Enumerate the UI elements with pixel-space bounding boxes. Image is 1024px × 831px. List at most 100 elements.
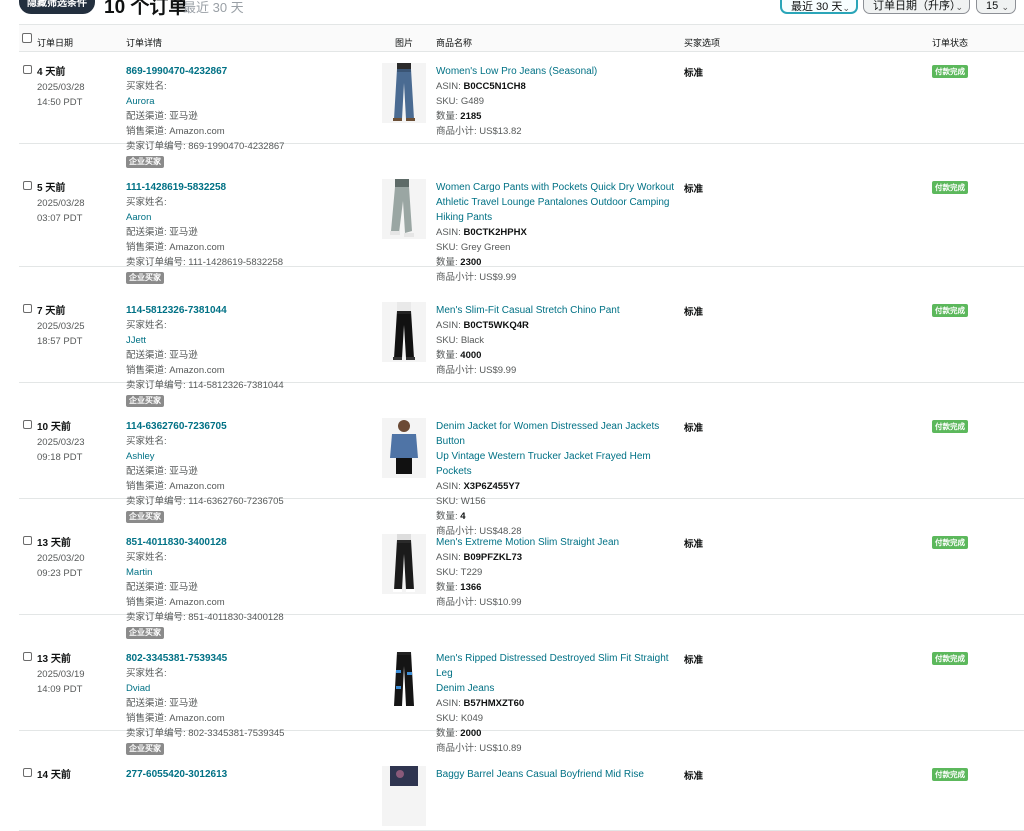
row-checkbox[interactable]: [23, 65, 32, 74]
asin-line: ASIN: B0CT5WKQ4R: [436, 318, 686, 333]
qty-label: 数量:: [436, 582, 458, 593]
subtotal-value: US$13.82: [479, 126, 522, 137]
product-name-line[interactable]: Men's Extreme Motion Slim Straight Jean: [436, 535, 686, 550]
product-name-line[interactable]: Baggy Barrel Jeans Casual Boyfriend Mid …: [436, 767, 686, 782]
buyer-name-label: 买家姓名:: [126, 436, 167, 447]
buyer-option: 标准: [684, 184, 704, 195]
order-time: 14:50 PDT: [37, 97, 83, 108]
sku-label: SKU:: [436, 567, 459, 578]
sku-value: Black: [460, 335, 485, 346]
order-time: 09:23 PDT: [37, 568, 83, 579]
order-date: 2025/03/20: [37, 553, 85, 564]
order-id-link[interactable]: 114-6362760-7236705: [126, 421, 227, 432]
buyer-name-label: 买家姓名:: [126, 668, 167, 679]
order-time: 09:18 PDT: [37, 452, 83, 463]
sales-channel: 销售渠道: Amazon.com: [126, 713, 225, 724]
product-name-line[interactable]: Men's Slim-Fit Casual Stretch Chino Pant: [436, 303, 686, 318]
order-status-badge: 付款完成: [932, 652, 968, 665]
order-age: 10 天前: [37, 422, 71, 433]
order-date-cell: 7 天前 2025/03/25 18:57 PDT: [37, 304, 85, 349]
product-image[interactable]: [382, 63, 426, 123]
buyer-name-link[interactable]: Ashley: [126, 451, 155, 462]
product-name-line[interactable]: Women Cargo Pants with Pockets Quick Dry…: [436, 180, 686, 195]
shipping-channel: 配送渠道: 亚马逊: [126, 111, 198, 122]
product-cell: Women's Low Pro Jeans (Seasonal) ASIN: B…: [436, 64, 686, 139]
asin-line: ASIN: B0CC5N1CH8: [436, 79, 686, 94]
chevron-down-icon: ⌄: [842, 3, 850, 13]
buyer-name-link[interactable]: JJett: [126, 335, 146, 346]
sales-channel: 销售渠道: Amazon.com: [126, 481, 225, 492]
product-image[interactable]: [382, 766, 426, 826]
buyer-name-label: 买家姓名:: [126, 320, 167, 331]
row-checkbox[interactable]: [23, 420, 32, 429]
subtotal-value: US$10.99: [479, 597, 522, 608]
order-range-label: 最近 30 天: [183, 0, 244, 15]
sku-label: SKU:: [436, 713, 459, 724]
order-date: 2025/03/28: [37, 198, 85, 209]
sort-select[interactable]: 订单日期（升序） ⌄: [863, 0, 970, 14]
order-count: 10 个订单: [104, 0, 188, 18]
product-name-line[interactable]: Denim Jeans: [436, 681, 686, 696]
row-checkbox[interactable]: [23, 768, 32, 777]
order-id-link[interactable]: 869-1990470-4232867: [126, 66, 227, 77]
buyer-name-link[interactable]: Aurora: [126, 96, 155, 107]
subtotal-value: US$9.99: [479, 365, 517, 376]
sku-line: SKU: Black: [436, 333, 686, 348]
order-status-badge: 付款完成: [932, 768, 968, 781]
shipping-channel: 配送渠道: 亚马逊: [126, 227, 198, 238]
shipping-channel: 配送渠道: 亚马逊: [126, 698, 198, 709]
asin-value: B0CC5N1CH8: [463, 81, 526, 92]
product-name-line[interactable]: Up Vintage Western Trucker Jacket Frayed…: [436, 449, 686, 479]
buyer-name-link[interactable]: Aaron: [126, 212, 151, 223]
sku-value: T229: [460, 567, 483, 578]
product-name-line[interactable]: Men's Ripped Distressed Destroyed Slim F…: [436, 651, 686, 681]
product-image[interactable]: [382, 650, 426, 710]
row-checkbox[interactable]: [23, 304, 32, 313]
product-image[interactable]: [382, 302, 426, 362]
orders-table: 订单日期 订单详情 图片 商品名称 买家选项 订单状态 4 天前 2025/03…: [19, 24, 1024, 831]
hide-filters-button[interactable]: 隐藏筛选条件: [19, 0, 95, 14]
asin-value: B0CT5WKQ4R: [463, 320, 529, 331]
order-time: 14:09 PDT: [37, 684, 83, 695]
date-range-select-value: 最近 30 天: [791, 1, 843, 13]
row-checkbox[interactable]: [23, 536, 32, 545]
asin-value: B09PFZKL73: [463, 552, 523, 563]
order-date-cell: 5 天前 2025/03/28 03:07 PDT: [37, 181, 85, 226]
order-status-badge: 付款完成: [932, 420, 968, 433]
product-image[interactable]: [382, 179, 426, 239]
page-size-select[interactable]: 15 ⌄: [976, 0, 1016, 14]
order-id-link[interactable]: 114-5812326-7381044: [126, 305, 227, 316]
asin-line: ASIN: X3P6Z455Y7: [436, 479, 686, 494]
page-size-select-value: 15: [986, 0, 999, 12]
buyer-name-link[interactable]: Martin: [126, 567, 152, 578]
sku-value: G489: [460, 96, 485, 107]
product-image[interactable]: [382, 534, 426, 594]
date-range-select[interactable]: 最近 30 天 ⌄: [780, 0, 858, 14]
asin-value: B0CTK2HPHX: [463, 227, 527, 238]
order-id-link[interactable]: 111-1428619-5832258: [126, 182, 226, 193]
asin-label: ASIN:: [436, 698, 461, 709]
product-image[interactable]: [382, 418, 426, 478]
buyer-name-link[interactable]: Dviad: [126, 683, 150, 694]
product-name-line[interactable]: Women's Low Pro Jeans (Seasonal): [436, 64, 686, 79]
order-id-link[interactable]: 802-3345381-7539345: [126, 653, 227, 664]
row-checkbox[interactable]: [23, 652, 32, 661]
table-row: 10 天前 2025/03/23 09:18 PDT 114-6362760-7…: [19, 383, 1024, 537]
subtotal-label: 商品小计:: [436, 597, 477, 608]
row-checkbox[interactable]: [23, 181, 32, 190]
qty-value: 1366: [460, 582, 482, 593]
table-row: 13 天前 2025/03/20 09:23 PDT 851-4011830-3…: [19, 499, 1024, 639]
subtotal-line: 商品小计: US$10.99: [436, 595, 686, 610]
order-id-link[interactable]: 277-6055420-3012613: [126, 769, 227, 780]
sku-line: SKU: K049: [436, 711, 686, 726]
qty-label: 数量:: [436, 350, 458, 361]
product-name-line[interactable]: Athletic Travel Lounge Pantalones Outdoo…: [436, 195, 686, 210]
order-date: 2025/03/28: [37, 82, 85, 93]
order-date-cell: 14 天前: [37, 768, 71, 783]
order-date-cell: 10 天前 2025/03/23 09:18 PDT: [37, 420, 85, 465]
order-id-link[interactable]: 851-4011830-3400128: [126, 537, 227, 548]
product-name-line[interactable]: Hiking Pants: [436, 210, 686, 225]
order-age: 7 天前: [37, 306, 66, 317]
product-cell: Baggy Barrel Jeans Casual Boyfriend Mid …: [436, 767, 686, 782]
product-name-line[interactable]: Denim Jacket for Women Distressed Jean J…: [436, 419, 686, 449]
